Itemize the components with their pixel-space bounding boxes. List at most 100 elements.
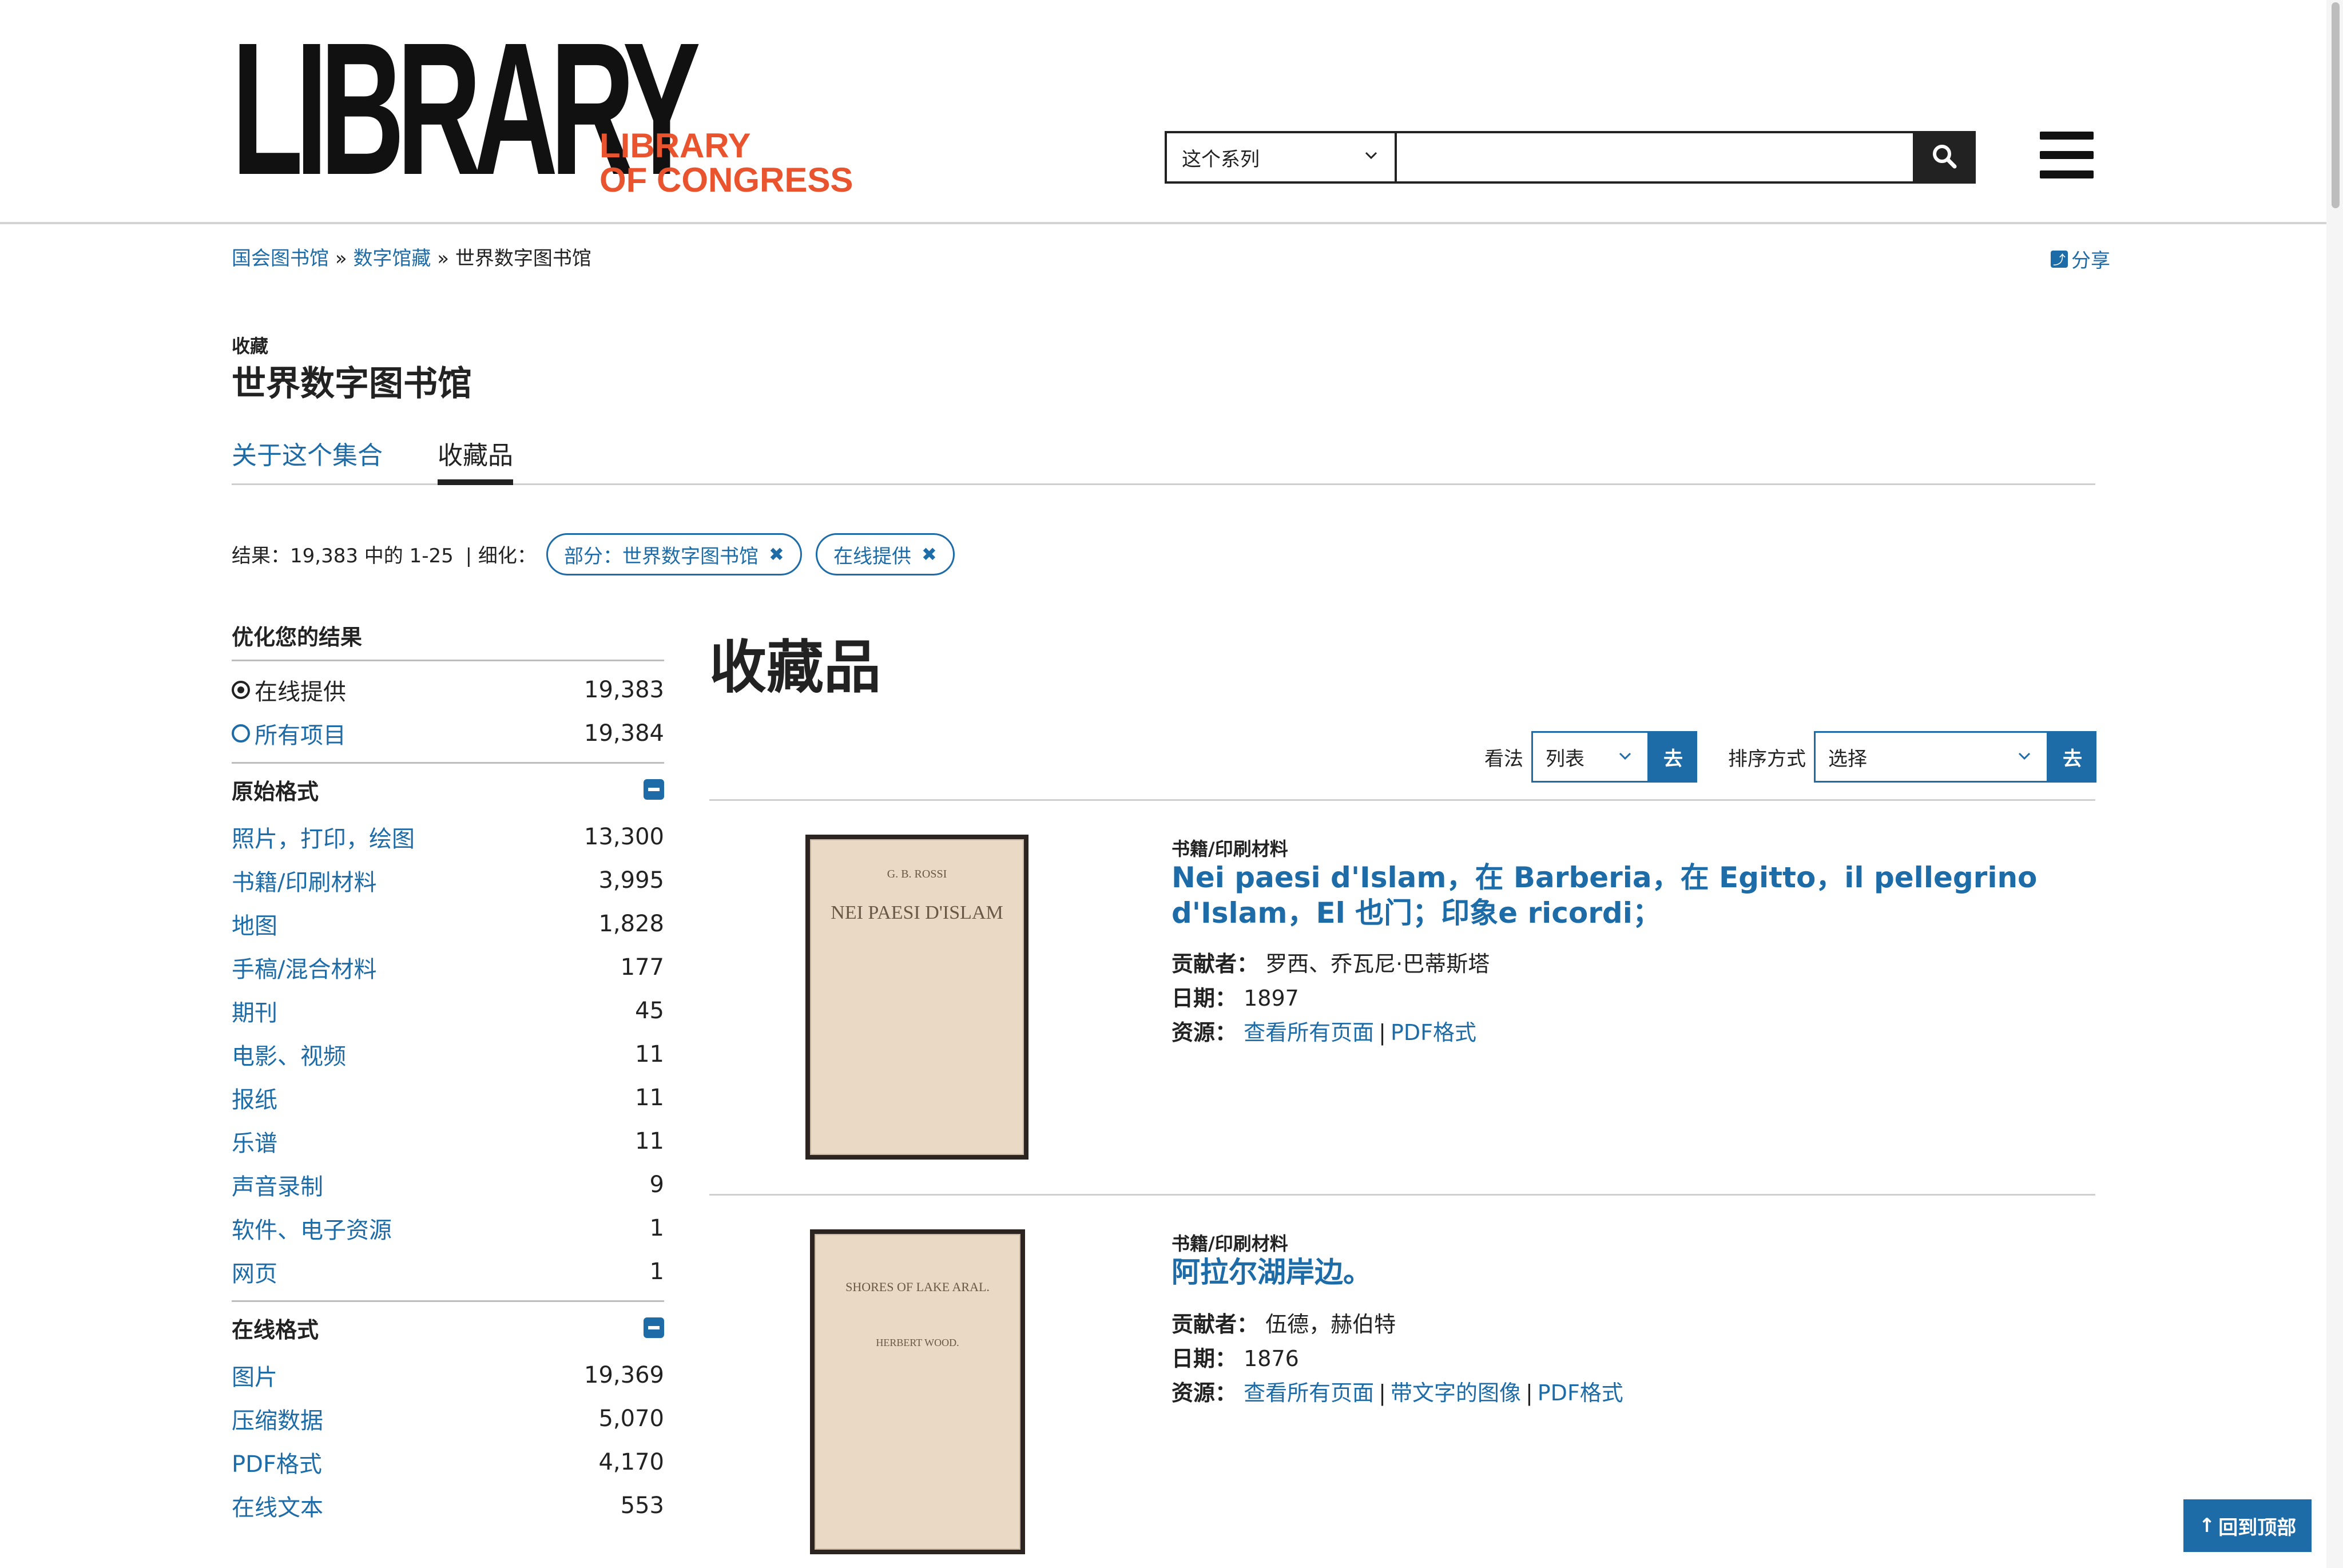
facet-item[interactable]: PDF格式 4,170 bbox=[232, 1440, 664, 1484]
search-button[interactable] bbox=[1913, 131, 1976, 184]
facet-count: 177 bbox=[620, 954, 664, 981]
breadcrumb-separator: » bbox=[437, 247, 450, 270]
meta-label: 贡献者： bbox=[1172, 951, 1259, 976]
breadcrumb-link-digital-collections[interactable]: 数字馆藏 bbox=[353, 247, 431, 270]
facet-label[interactable]: 地图 bbox=[232, 907, 277, 940]
facet-item[interactable]: 压缩数据 5,070 bbox=[232, 1397, 664, 1440]
facet-label[interactable]: 手稿/混合材料 bbox=[232, 951, 376, 984]
facet-item[interactable]: 书籍/印刷材料 3,995 bbox=[232, 859, 664, 902]
result-meta: 贡献者： 伍德，赫伯特 日期： 1876 资源： 查看所有页面 | 带文字的图像 | P… bbox=[1172, 1307, 1623, 1410]
breadcrumb-current: 世界数字图书馆 bbox=[455, 247, 591, 270]
collapse-icon[interactable] bbox=[644, 779, 664, 800]
page-scrollbar[interactable] bbox=[2326, 0, 2343, 1568]
facet-item[interactable]: 网页 1 bbox=[232, 1250, 664, 1293]
facet-label[interactable]: PDF格式 bbox=[232, 1446, 322, 1479]
facet-item[interactable]: 在线文本 553 bbox=[232, 1484, 664, 1527]
sort-label: 排序方式 bbox=[1728, 747, 1806, 771]
tab-collection-items[interactable]: 收藏品 bbox=[438, 435, 513, 485]
share-button[interactable]: ⤴ 分享 bbox=[2051, 245, 2110, 273]
facet-item[interactable]: 手稿/混合材料 177 bbox=[232, 946, 664, 989]
sort-select-value: 选择 bbox=[1828, 747, 1867, 771]
resource-link[interactable]: PDF格式 bbox=[1538, 1380, 1623, 1406]
resource-link[interactable]: 查看所有页面 bbox=[1244, 1020, 1374, 1045]
meta-label: 资源： bbox=[1172, 1380, 1237, 1406]
facet-label[interactable]: 网页 bbox=[232, 1255, 277, 1288]
facet-item[interactable]: 软件、电子资源 1 bbox=[232, 1206, 664, 1250]
breadcrumb-link-loc[interactable]: 国会图书馆 bbox=[232, 247, 329, 270]
facet-item[interactable]: 电影、视频 11 bbox=[232, 1033, 664, 1076]
facet-item[interactable]: 图片 19,369 bbox=[232, 1353, 664, 1397]
view-select[interactable]: 列表 bbox=[1531, 731, 1649, 783]
facet-count: 4,170 bbox=[598, 1449, 664, 1475]
facet-label[interactable]: 软件、电子资源 bbox=[232, 1212, 392, 1245]
result-item: G. B. ROSSI NEI PAESI D'ISLAM 书籍/印刷材料 Ne… bbox=[709, 799, 2095, 1194]
library-of-congress-logo[interactable]: LIBRARY OF CONGRESS bbox=[599, 129, 853, 197]
meta-contributor: 伍德，赫伯特 bbox=[1265, 1312, 1396, 1337]
search-scope-select[interactable]: 这个系列 bbox=[1165, 131, 1397, 184]
facet-item[interactable]: 照片，打印，绘图 13,300 bbox=[232, 815, 664, 859]
facet-availability-online[interactable]: 在线提供 19,383 bbox=[232, 668, 664, 712]
result-thumbnail[interactable]: SHORES OF LAKE ARAL. HERBERT WOOD. bbox=[810, 1229, 1025, 1554]
scrollbar-thumb[interactable] bbox=[2332, 2, 2340, 208]
facet-label[interactable]: 报纸 bbox=[232, 1081, 277, 1114]
meta-label: 日期： bbox=[1172, 1346, 1237, 1371]
result-format: 书籍/印刷材料 bbox=[1172, 838, 1288, 860]
facet-count: 11 bbox=[635, 1128, 664, 1154]
view-sort-controls: 看法 列表 去 排序方式 选择 去 bbox=[1484, 731, 2096, 783]
close-icon[interactable]: ✖ bbox=[922, 543, 937, 565]
facet-count: 11 bbox=[635, 1041, 664, 1067]
sort-go-button[interactable]: 去 bbox=[2048, 731, 2096, 783]
resource-link[interactable]: 查看所有页面 bbox=[1244, 1380, 1374, 1406]
facet-label[interactable]: 图片 bbox=[232, 1359, 277, 1392]
filter-chip-online[interactable]: 在线提供 ✖ bbox=[816, 533, 955, 575]
radio-selected-icon[interactable] bbox=[232, 681, 250, 699]
sidebar-title: 优化您的结果 bbox=[232, 620, 664, 661]
facet-label[interactable]: 乐谱 bbox=[232, 1125, 277, 1158]
facet-count: 11 bbox=[635, 1085, 664, 1111]
radio-unselected-icon[interactable] bbox=[232, 724, 250, 743]
resource-separator: | bbox=[1525, 1380, 1533, 1406]
facet-item[interactable]: 地图 1,828 bbox=[232, 902, 664, 946]
facet-label[interactable]: 在线文本 bbox=[232, 1489, 323, 1522]
page-title: 世界数字图书馆 bbox=[232, 364, 472, 404]
close-icon[interactable]: ✖ bbox=[769, 543, 784, 565]
result-title-link[interactable]: Nei paesi d'Islam，在 Barberia，在 Egitto，il… bbox=[1172, 860, 2064, 931]
facet-label[interactable]: 期刊 bbox=[232, 994, 277, 1027]
filter-chip-partof[interactable]: 部分：世界数字图书馆 ✖ bbox=[546, 533, 802, 575]
facet-label[interactable]: 电影、视频 bbox=[232, 1038, 346, 1071]
sort-select[interactable]: 选择 bbox=[1814, 731, 2048, 783]
back-to-top-button[interactable]: ↑ 回到顶部 bbox=[2183, 1499, 2312, 1552]
tab-about-collection[interactable]: 关于这个集合 bbox=[232, 435, 383, 485]
back-to-top-label: 回到顶部 bbox=[2218, 1516, 2297, 1539]
view-select-value: 列表 bbox=[1546, 747, 1584, 771]
meta-label: 资源： bbox=[1172, 1020, 1237, 1045]
result-thumbnail[interactable]: G. B. ROSSI NEI PAESI D'ISLAM bbox=[805, 835, 1028, 1160]
refine-label: | 细化： bbox=[465, 545, 537, 567]
collapse-icon[interactable] bbox=[644, 1317, 664, 1338]
resource-link[interactable]: PDF格式 bbox=[1391, 1020, 1476, 1045]
facet-label: 在线提供 bbox=[232, 673, 346, 706]
meta-contributor: 罗西、乔瓦尼·巴蒂斯塔 bbox=[1265, 951, 1490, 976]
resource-separator: | bbox=[1379, 1020, 1386, 1045]
facet-section-title: 原始格式 bbox=[232, 779, 319, 804]
facet-label[interactable]: 压缩数据 bbox=[232, 1402, 323, 1435]
result-title-link[interactable]: 阿拉尔湖岸边。 bbox=[1172, 1255, 2064, 1290]
facet-count: 553 bbox=[620, 1492, 664, 1519]
facet-availability-all[interactable]: 所有项目 19,384 bbox=[232, 712, 664, 755]
facet-label[interactable]: 声音录制 bbox=[232, 1168, 323, 1201]
facet-item[interactable]: 报纸 11 bbox=[232, 1076, 664, 1120]
view-go-button[interactable]: 去 bbox=[1649, 731, 1697, 783]
facet-section-online-format: 在线格式 bbox=[232, 1302, 664, 1353]
facet-label[interactable]: 书籍/印刷材料 bbox=[232, 864, 376, 897]
resource-link[interactable]: 带文字的图像 bbox=[1391, 1380, 1521, 1406]
search-scope-value: 这个系列 bbox=[1182, 148, 1260, 171]
facet-label[interactable]: 照片，打印，绘图 bbox=[232, 820, 415, 854]
hamburger-menu-icon[interactable] bbox=[2040, 132, 2094, 178]
search-input[interactable] bbox=[1397, 131, 1976, 184]
resource-separator: | bbox=[1379, 1380, 1386, 1406]
search-bar: 这个系列 bbox=[1165, 131, 1976, 184]
facet-item[interactable]: 声音录制 9 bbox=[232, 1163, 664, 1206]
facet-item[interactable]: 期刊 45 bbox=[232, 989, 664, 1033]
thumbnail-text: SHORES OF LAKE ARAL. bbox=[845, 1280, 990, 1294]
facet-item[interactable]: 乐谱 11 bbox=[232, 1120, 664, 1163]
